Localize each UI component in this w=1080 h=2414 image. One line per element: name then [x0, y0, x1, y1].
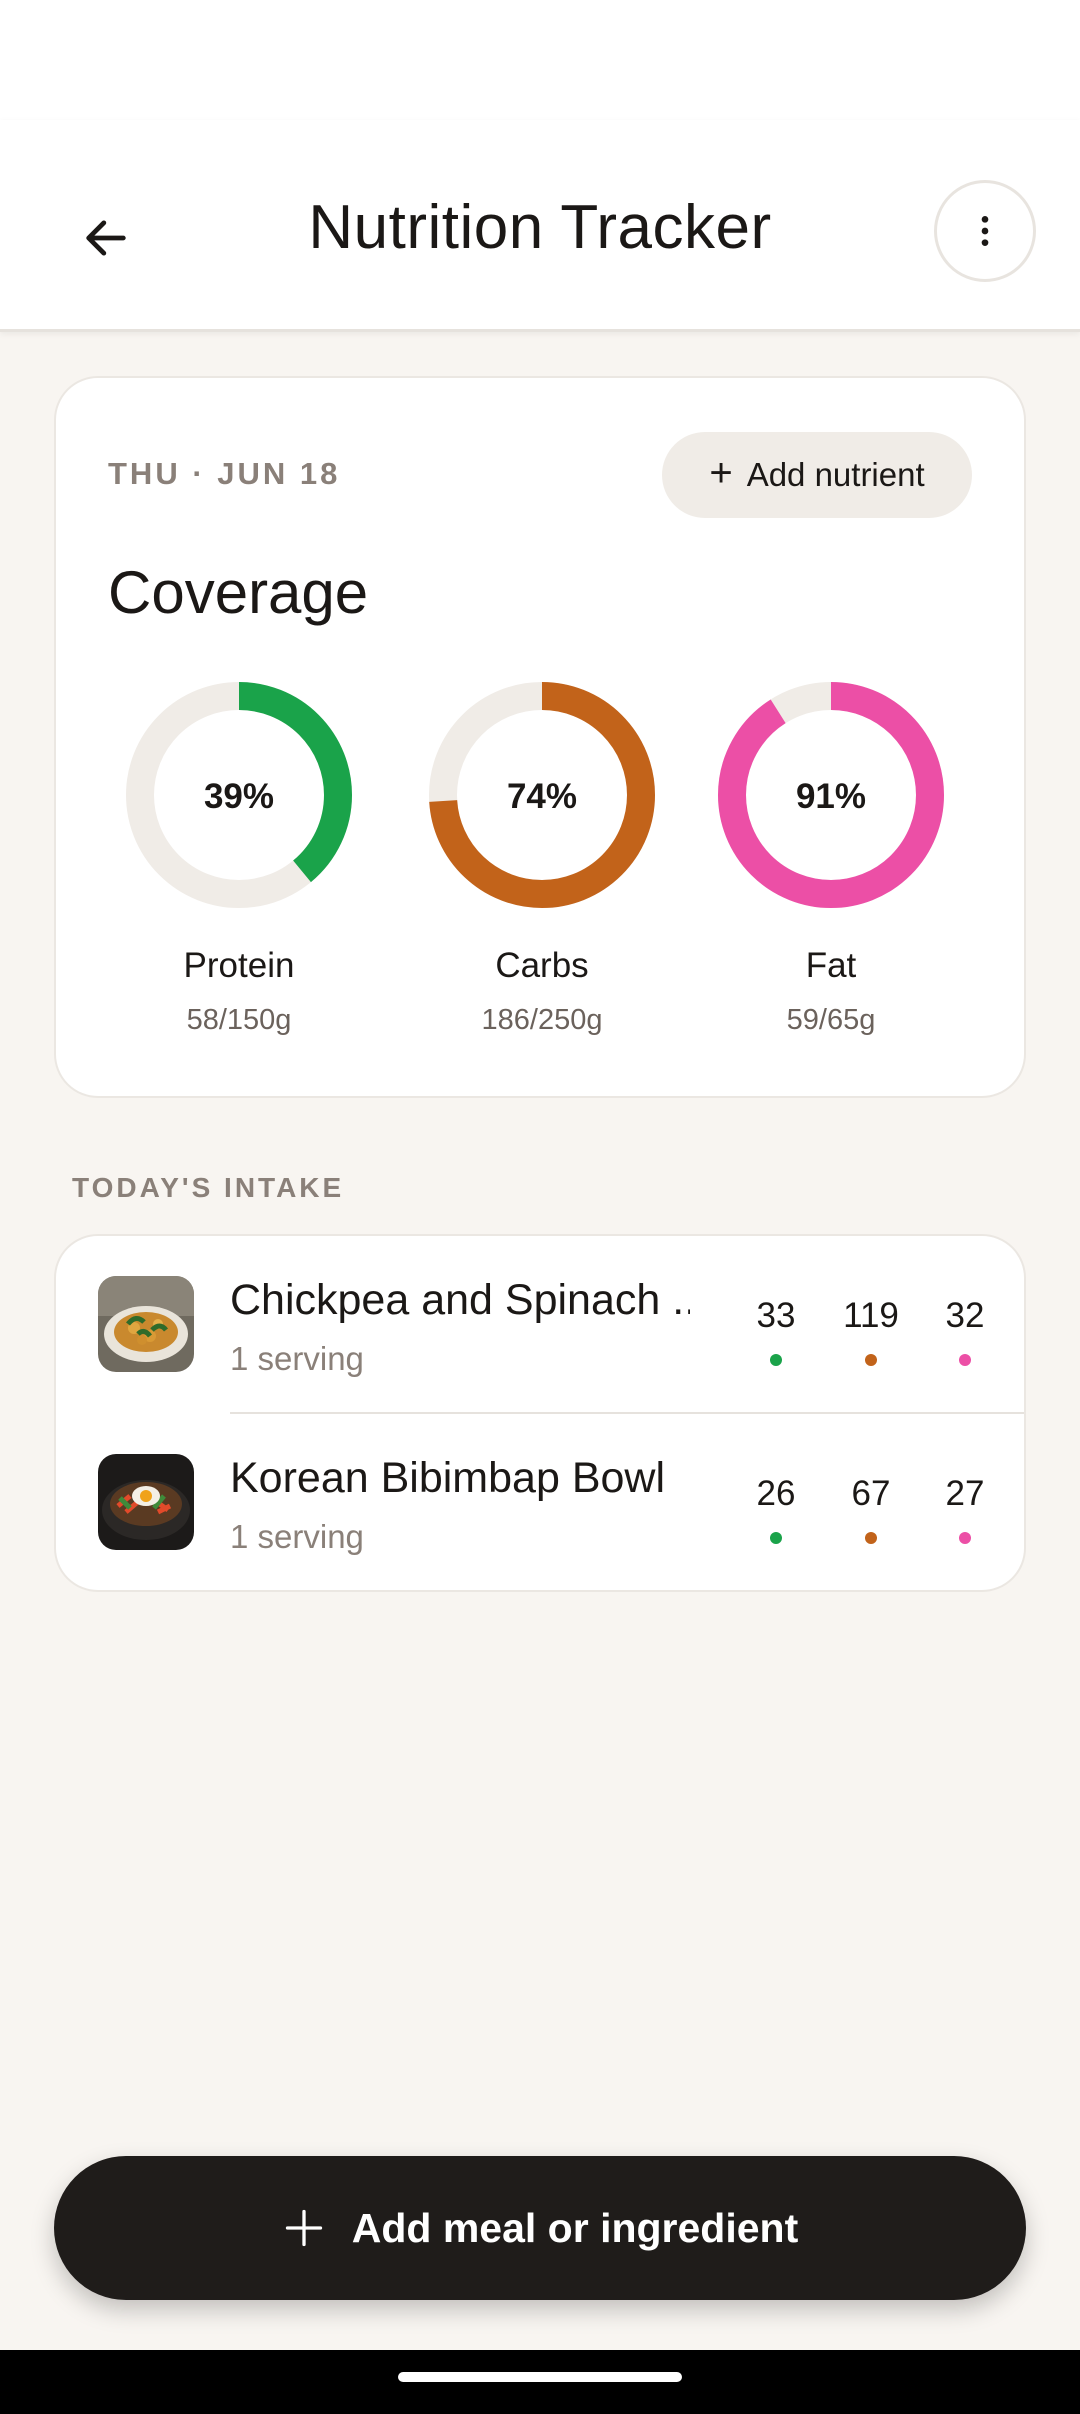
carbs-value: 67 — [851, 1474, 891, 1513]
home-indicator[interactable] — [398, 2372, 682, 2382]
add-meal-label: Add meal or ingredient — [351, 2204, 799, 2251]
protein-value: 26 — [756, 1474, 796, 1513]
fat-dot — [959, 1532, 971, 1544]
list-item[interactable]: Chickpea and Spinach ... 1 serving 33 11… — [56, 1236, 1024, 1414]
page-title: Nutrition Tracker — [308, 193, 772, 262]
system-nav-bar — [0, 2350, 1080, 2414]
date-label: THU · JUN 18 — [108, 456, 341, 491]
add-nutrient-button[interactable]: + Add nutrient — [662, 432, 972, 518]
carbs-percent: 74% — [507, 777, 577, 816]
app-bar: Nutrition Tracker — [0, 120, 1080, 332]
meal-fat: 27 — [925, 1474, 1005, 1544]
list-item[interactable]: Korean Bibimbap Bowl 1 serving 26 67 27 — [56, 1414, 1024, 1590]
carbs-amount: 186/250g — [481, 1004, 603, 1036]
fat-value: 27 — [945, 1474, 985, 1513]
protein-ring-chart: 39% — [126, 682, 352, 908]
meal-protein: 26 — [736, 1474, 816, 1544]
carbs-value: 119 — [843, 1296, 899, 1335]
add-meal-button[interactable]: Add meal or ingredient — [54, 2156, 1026, 2300]
meal-name: Korean Bibimbap Bowl — [230, 1454, 666, 1502]
ring-protein: 39% Protein 58/150g — [94, 680, 384, 1037]
carbs-dot — [865, 1532, 877, 1544]
protein-dot — [770, 1532, 782, 1544]
fat-dot — [959, 1354, 971, 1366]
carbs-dot — [865, 1354, 877, 1366]
plus-icon: + — [709, 451, 733, 495]
fat-ring-chart: 91% — [718, 682, 944, 908]
meal-carbs: 119 — [831, 1296, 911, 1366]
protein-amount: 58/150g — [186, 1004, 292, 1036]
bibimbap-bowl-photo — [98, 1454, 194, 1550]
meal-serving: 1 serving — [230, 1340, 364, 1377]
coverage-card: THU · JUN 18 + Add nutrient Coverage 39%… — [54, 376, 1026, 1098]
protein-value: 33 — [756, 1296, 796, 1335]
add-nutrient-label: Add nutrient — [746, 456, 925, 493]
protein-label: Protein — [183, 946, 295, 985]
intake-list: Chickpea and Spinach ... 1 serving 33 11… — [54, 1234, 1026, 1592]
status-bar — [0, 0, 1080, 120]
carbs-ring-chart: 74% — [429, 682, 655, 908]
meal-serving: 1 serving — [230, 1518, 364, 1555]
fat-amount: 59/65g — [786, 1004, 876, 1036]
more-vertical-icon — [981, 216, 989, 246]
section-label-todays-intake: TODAY'S INTAKE — [72, 1172, 345, 1203]
fat-label: Fat — [805, 946, 857, 985]
chickpea-dish-photo — [98, 1276, 194, 1372]
coverage-title: Coverage — [108, 559, 369, 626]
plus-icon — [285, 2209, 322, 2247]
fat-percent: 91% — [796, 777, 866, 816]
fat-value: 32 — [945, 1296, 985, 1335]
meal-fat: 32 — [925, 1296, 1005, 1366]
ring-carbs: 74% Carbs 186/250g — [397, 680, 687, 1037]
meal-protein: 33 — [736, 1296, 816, 1366]
protein-dot — [770, 1354, 782, 1366]
protein-percent: 39% — [204, 777, 274, 816]
more-options-button[interactable] — [934, 180, 1036, 282]
carbs-label: Carbs — [495, 946, 589, 985]
meal-name: Chickpea and Spinach ... — [230, 1276, 690, 1324]
meal-carbs: 67 — [831, 1474, 911, 1544]
ring-fat: 91% Fat 59/65g — [686, 680, 976, 1037]
